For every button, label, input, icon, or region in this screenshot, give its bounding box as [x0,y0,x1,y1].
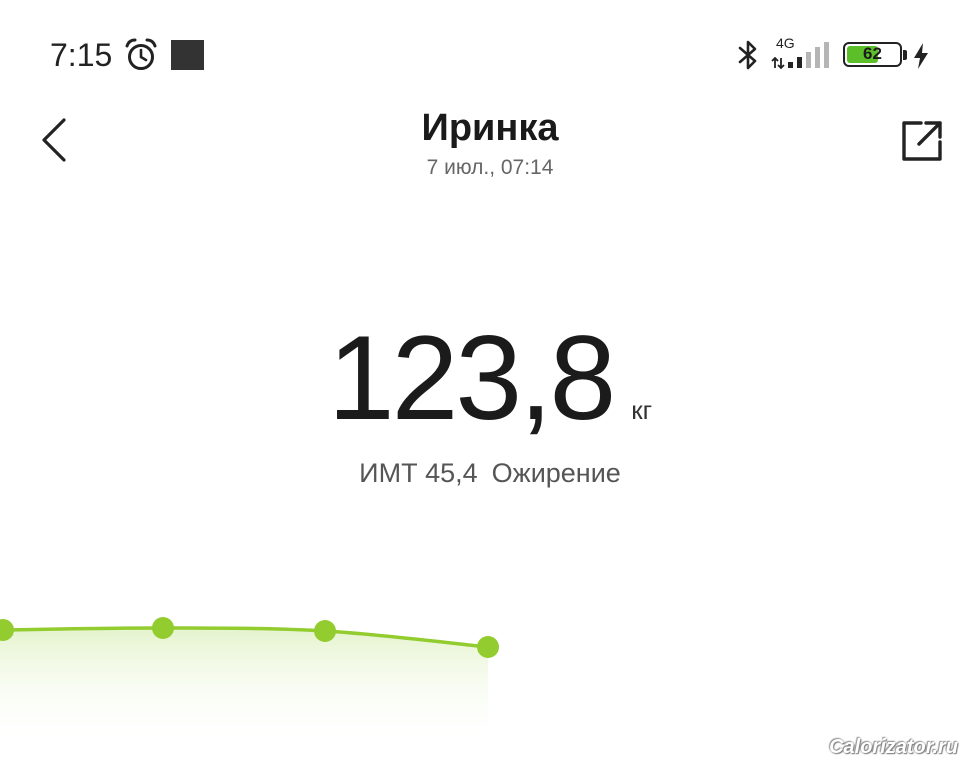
signal-bar [797,57,802,68]
measurement-datetime: 7 июл., 07:14 [426,156,554,179]
trend-point[interactable] [152,617,174,639]
watermark: Calorizator.ru [829,736,958,758]
share-icon [902,121,942,161]
bluetooth-icon [738,40,757,70]
signal-bar [815,47,820,68]
weight-trend-chart[interactable] [0,560,980,756]
share-button[interactable] [897,116,947,166]
battery-terminal [903,50,907,60]
signal-icon [771,42,829,70]
weight-unit: кг [631,395,653,425]
status-time: 7:15 [50,37,113,73]
bmi-value: ИМТ 45,4 [359,458,478,488]
trend-point[interactable] [477,636,499,658]
battery-icon: 62 [843,42,902,67]
trend-area-fill [0,627,488,746]
weight-value: 123,8 [327,311,616,445]
bmi-summary: ИМТ 45,4 Ожирение [0,456,980,490]
weight-display: 123,8 кг [0,318,980,475]
charging-bolt-icon [914,43,928,69]
trend-point[interactable] [314,620,336,642]
bmi-category: Ожирение [491,458,621,488]
page-title: Иринка [421,107,559,149]
signal-bar [824,42,829,68]
alarm-clock-icon [125,38,157,70]
signal-bar [806,52,811,68]
battery-percent: 62 [863,44,882,63]
signal-bar [788,62,793,68]
notification-square-icon [171,40,204,70]
